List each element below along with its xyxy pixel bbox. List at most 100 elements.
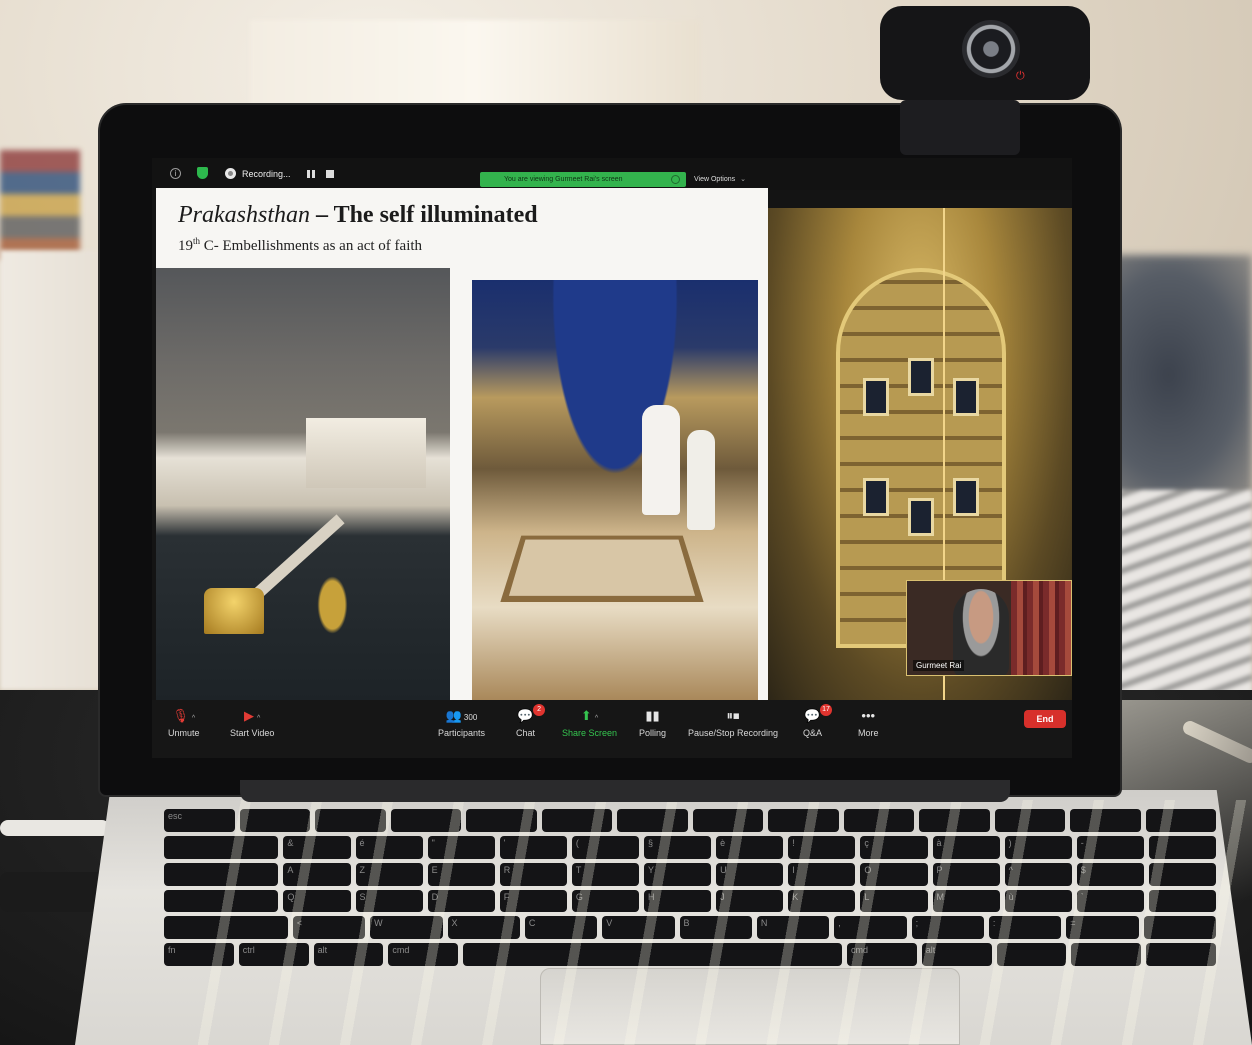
polling-button[interactable]: ▮▮ Polling: [639, 708, 666, 738]
keyboard-key: &: [283, 835, 351, 859]
keyboard-row: A Z E R T Y U I O P ^ $: [164, 862, 1217, 886]
keyboard-key: K: [788, 889, 856, 913]
chevron-up-icon[interactable]: ^: [595, 715, 598, 722]
pause-stop-icon: ⏸⏹: [726, 708, 740, 723]
chevron-up-icon[interactable]: ^: [192, 715, 195, 722]
keyboard-key: ç: [860, 835, 928, 859]
view-options-label: View Options: [694, 176, 736, 183]
keyboard-row: Q S D F G H J K L Mù `: [164, 889, 1217, 913]
keyboard-key: esc: [164, 809, 235, 832]
chevron-down-icon: ⌄: [740, 176, 746, 183]
keyboard-key: [315, 809, 386, 832]
keyboard-key: P: [932, 862, 1000, 886]
unmute-button[interactable]: 🎙 ^ Unmute: [168, 708, 200, 738]
keyboard-key: Y: [644, 862, 712, 886]
pause-recording-icon[interactable]: [307, 170, 315, 178]
keyboard: esc & é " '(§ è! ç à) - A Z E R T Y U I O P ^ $ Q S D F G H J K L Mù ` <…: [160, 805, 1220, 970]
unmute-label: Unmute: [168, 728, 200, 738]
keyboard-key: [617, 809, 688, 832]
chat-button[interactable]: 💬 2 Chat: [516, 704, 546, 738]
share-screen-button[interactable]: ⬆ ^ Share Screen: [562, 708, 617, 738]
mirror-inlay: [953, 478, 979, 516]
keyboard-key: [1148, 889, 1217, 913]
laptop-hinge: [240, 780, 1010, 802]
keyboard-key: [1070, 809, 1141, 832]
keyboard-key: [1143, 916, 1216, 940]
keyboard-key: N: [756, 916, 830, 940]
keyboard-key: $: [1076, 862, 1144, 886]
start-video-label: Start Video: [230, 728, 275, 738]
keyboard-key: [466, 809, 537, 832]
webcam-clip: [900, 100, 1020, 155]
keyboard-key: ': [499, 835, 567, 859]
keyboard-key: T: [571, 862, 640, 886]
more-dots-icon: •••: [861, 708, 876, 723]
keyboard-key: ,: [834, 916, 907, 940]
keyboard-row: & é " '(§ è! ç à) -: [164, 835, 1217, 859]
slide-title: Prakashsthan – The self illuminated: [178, 202, 538, 229]
aerial-temple-photo: [156, 268, 450, 700]
white-usb-cable: [0, 820, 110, 836]
keyboard-key: G: [571, 889, 640, 913]
mirror-inlay: [908, 358, 934, 396]
webcam-lens: [962, 20, 1020, 78]
keyboard-key: [164, 835, 279, 859]
bar-chart-icon: ▮▮: [645, 708, 660, 723]
view-options-menu[interactable]: View Options ⌄: [694, 175, 746, 183]
subtitle-text: C- Embellishments as an act of faith: [200, 238, 423, 254]
qa-button[interactable]: 💬 17 Q&A: [803, 704, 833, 738]
share-screen-icon: ⬆ ^: [580, 708, 599, 723]
keyboard-key: ù: [1004, 889, 1072, 913]
viewing-screen-banner: You are viewing Gurmeet Rai's screen: [480, 172, 686, 187]
keyboard-key: F: [499, 889, 567, 913]
polling-label: Polling: [639, 728, 667, 738]
keyboard-key: A: [283, 862, 351, 886]
person-on-table: [642, 405, 680, 515]
video-off-icon: ▶ ^: [244, 708, 261, 723]
keyboard-key: cmd: [846, 943, 917, 966]
recording-label: Recording...: [242, 169, 291, 179]
keyboard-key: H: [644, 889, 712, 913]
keyboard-key: ctrl: [238, 943, 309, 966]
pause-stop-recording-button[interactable]: ⏸⏹ Pause/Stop Recording: [688, 708, 778, 738]
keyboard-key: -: [1076, 835, 1144, 859]
keyboard-key: E: [427, 862, 495, 886]
keyboard-key: [1145, 809, 1216, 832]
end-meeting-button[interactable]: End: [1024, 710, 1066, 728]
keyboard-key: [164, 889, 279, 913]
keyboard-row: fn ctrl alt cmd cmd alt: [164, 943, 1216, 966]
stop-recording-icon[interactable]: [326, 170, 334, 178]
participants-button[interactable]: 👥 300 Participants: [438, 708, 485, 738]
keyboard-key: §: [644, 835, 712, 859]
keyboard-key: [463, 943, 842, 966]
slide-title-italic: Prakashsthan: [178, 202, 310, 228]
participant-name: Gurmeet Rai: [913, 660, 965, 671]
chevron-up-icon[interactable]: ^: [257, 715, 260, 722]
participant-video-tile[interactable]: Gurmeet Rai: [906, 580, 1072, 676]
background-bookshelf: [0, 150, 80, 260]
keyboard-key: ;: [911, 916, 984, 940]
keyboard-key: ^: [1004, 862, 1072, 886]
keyboard-key: [239, 809, 310, 832]
security-shield-icon[interactable]: [197, 167, 208, 179]
keyboard-key: fn: [164, 943, 234, 966]
start-video-button[interactable]: ▶ ^ Start Video: [230, 708, 274, 738]
chat-label: Chat: [516, 728, 536, 738]
keyboard-key: cmd: [388, 943, 459, 966]
person-standing: [687, 430, 715, 530]
keyboard-key: `: [1076, 889, 1144, 913]
keyboard-key: L: [860, 889, 928, 913]
keyboard-key: [994, 809, 1065, 832]
chat-badge: 2: [533, 704, 546, 716]
keyboard-key: V: [602, 916, 675, 940]
keyboard-key: [390, 809, 461, 832]
keyboard-key: :: [988, 916, 1062, 940]
keyboard-key: alt: [921, 943, 992, 966]
keyboard-key: alt: [313, 943, 384, 966]
info-icon[interactable]: i: [170, 168, 181, 179]
microphone-muted-icon: 🎙 ^: [172, 708, 196, 723]
qa-badge: 17: [820, 704, 833, 716]
keyboard-key: W: [370, 916, 443, 940]
keyboard-key: =: [1066, 916, 1139, 940]
more-button[interactable]: ••• More: [858, 708, 879, 738]
